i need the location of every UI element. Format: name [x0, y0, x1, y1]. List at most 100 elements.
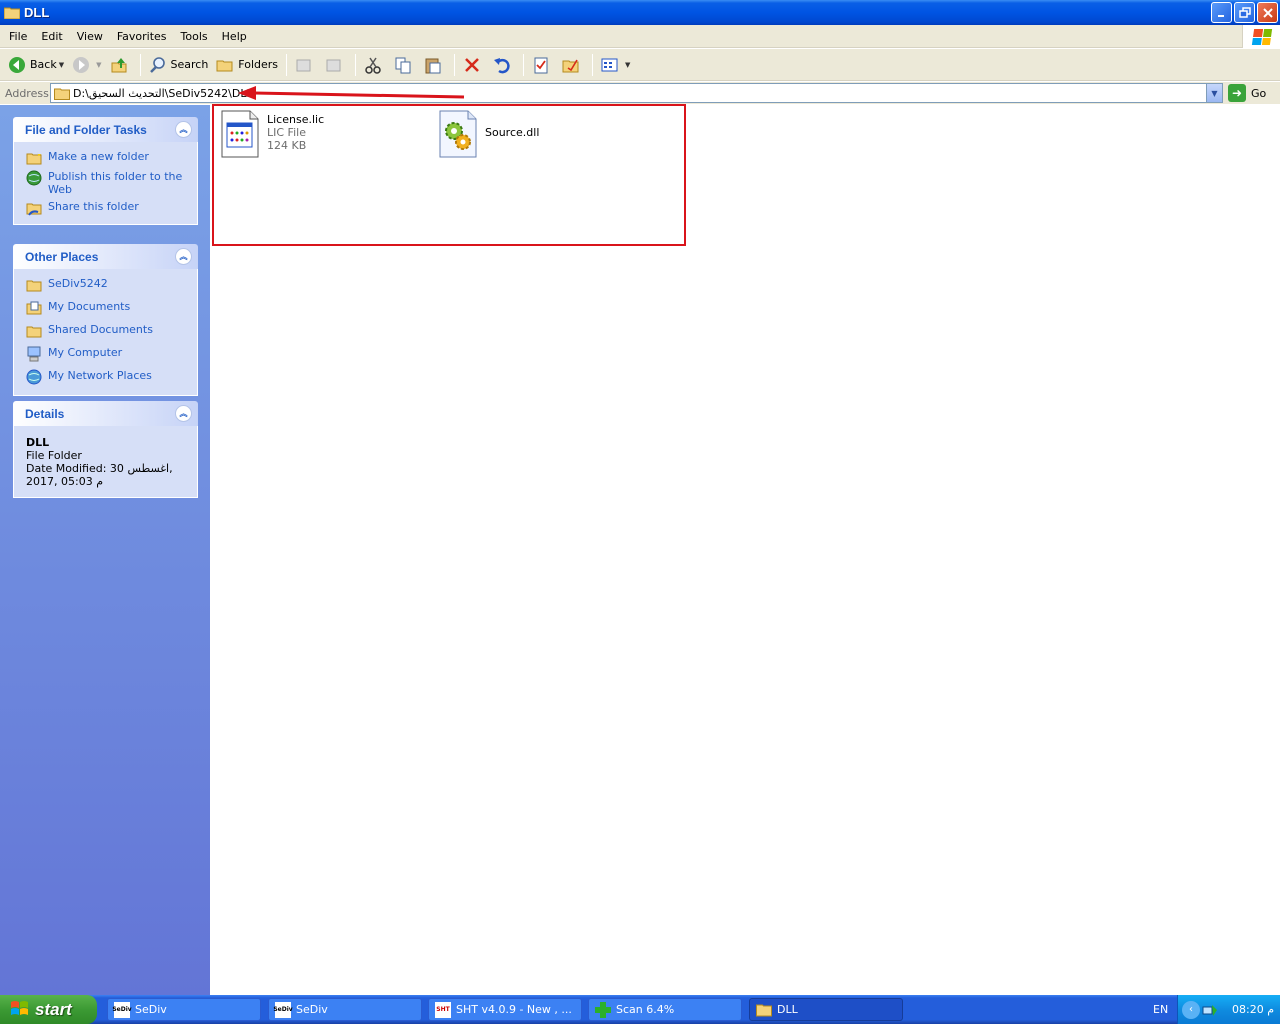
- computer-icon: [26, 346, 42, 362]
- task-label: Make a new folder: [48, 150, 149, 163]
- go-button[interactable]: ➜ Go: [1228, 84, 1266, 102]
- task-publish-folder[interactable]: Publish this folder to the Web: [26, 170, 187, 196]
- menu-view[interactable]: View: [70, 30, 110, 43]
- back-button[interactable]: Back ▼: [4, 52, 68, 78]
- views-button[interactable]: ▼: [597, 52, 634, 78]
- taskbar-button-sediv-1[interactable]: SeDiv SeDiv: [107, 998, 261, 1021]
- move-to-button[interactable]: [291, 52, 321, 78]
- forward-button[interactable]: ▼: [68, 52, 105, 78]
- task-make-new-folder[interactable]: Make a new folder: [26, 150, 187, 166]
- back-dropdown-icon[interactable]: ▼: [59, 61, 64, 69]
- menu-edit[interactable]: Edit: [34, 30, 69, 43]
- new-folder-icon: [26, 150, 42, 166]
- details-modified: Date Modified: 30 اغسطس,: [26, 462, 173, 475]
- place-label: SeDiv5242: [48, 277, 108, 290]
- cut-button[interactable]: [360, 52, 390, 78]
- address-path: D:\التحديث السحيق\SeDiv5242\DLL: [73, 86, 253, 100]
- folder-icon: [54, 87, 70, 100]
- clock[interactable]: 08:20 م: [1232, 1003, 1274, 1016]
- highlight-box: [212, 104, 686, 246]
- taskbar-button-sht[interactable]: SHT SHT v4.0.9 - New , ...: [428, 998, 582, 1021]
- place-my-documents[interactable]: My Documents: [26, 300, 187, 316]
- task-label: Share this folder: [48, 200, 139, 213]
- move-to-icon: [295, 56, 313, 74]
- menu-favorites[interactable]: Favorites: [110, 30, 174, 43]
- annotation-arrow: [238, 86, 465, 100]
- taskbar: start SeDiv SeDiv SeDiv SeDiv SHT SHT v4…: [0, 995, 1280, 1024]
- folders-label: Folders: [238, 58, 279, 71]
- go-label: Go: [1251, 86, 1267, 100]
- properties-button[interactable]: [528, 52, 558, 78]
- paste-button[interactable]: [420, 52, 450, 78]
- forward-dropdown-icon[interactable]: ▼: [96, 61, 101, 69]
- search-button[interactable]: Search: [145, 52, 213, 78]
- start-button[interactable]: start: [0, 995, 97, 1024]
- folder-options-icon: [562, 56, 580, 74]
- back-arrow-icon: [8, 56, 26, 74]
- delete-button[interactable]: [459, 52, 489, 78]
- delete-x-icon: [463, 56, 481, 74]
- paste-icon: [424, 56, 442, 74]
- toolbar: Back ▼ ▼ Search Folders ▼: [0, 49, 1280, 81]
- sediv-app-icon: SeDiv: [112, 1001, 132, 1018]
- details-panel: Details ︽ DLL File Folder Date Modified:…: [13, 401, 198, 498]
- task-label: Publish this folder to the Web: [48, 170, 183, 196]
- collapse-chevron-icon[interactable]: ︽: [175, 248, 192, 265]
- sht-app-icon: SHT: [435, 1001, 451, 1018]
- copy-button[interactable]: [390, 52, 420, 78]
- file-folder-tasks-panel: File and Folder Tasks ︽ Make a new folde…: [13, 117, 198, 225]
- panel-header[interactable]: File and Folder Tasks ︽: [13, 117, 198, 142]
- place-shared-documents[interactable]: Shared Documents: [26, 323, 187, 339]
- taskbar-button-dll[interactable]: DLL: [749, 998, 903, 1021]
- minimize-button[interactable]: [1211, 2, 1232, 23]
- address-dropdown-icon[interactable]: ▼: [1206, 84, 1222, 102]
- folder-options-button[interactable]: [558, 52, 588, 78]
- collapse-chevron-icon[interactable]: ︽: [175, 121, 192, 138]
- place-sediv5242[interactable]: SeDiv5242: [26, 277, 187, 293]
- panel-title: File and Folder Tasks: [25, 122, 147, 137]
- system-tray: ‹ 08:20 م: [1177, 995, 1280, 1024]
- share-folder-icon: [26, 200, 42, 216]
- copy-to-icon: [325, 56, 343, 74]
- sediv-app-icon: SeDiv: [273, 1001, 293, 1018]
- menu-help[interactable]: Help: [215, 30, 254, 43]
- collapse-chevron-icon[interactable]: ︽: [175, 405, 192, 422]
- folders-button[interactable]: Folders: [212, 52, 282, 78]
- windows-flag-icon: [10, 999, 30, 1020]
- panel-header[interactable]: Details ︽: [13, 401, 198, 426]
- task-pane: File and Folder Tasks ︽ Make a new folde…: [0, 105, 210, 995]
- language-indicator[interactable]: EN: [1153, 1003, 1168, 1016]
- panel-title: Details: [25, 406, 65, 421]
- network-globe-icon: [26, 369, 42, 385]
- place-my-computer[interactable]: My Computer: [26, 346, 187, 362]
- place-label: My Computer: [48, 346, 123, 359]
- windows-logo-icon: [1242, 25, 1280, 48]
- taskbar-button-sediv-2[interactable]: SeDiv SeDiv: [268, 998, 422, 1021]
- title-bar[interactable]: DLL: [0, 0, 1280, 25]
- place-my-network-places[interactable]: My Network Places: [26, 369, 187, 385]
- close-button[interactable]: [1257, 2, 1278, 23]
- views-dropdown-icon[interactable]: ▼: [625, 61, 630, 69]
- start-label: start: [35, 999, 72, 1019]
- menu-tools[interactable]: Tools: [174, 30, 215, 43]
- folder-icon: [756, 1002, 772, 1018]
- panel-header[interactable]: Other Places ︽: [13, 244, 198, 269]
- address-input[interactable]: D:\التحديث السحيق\SeDiv5242\DLL ▼: [50, 83, 1223, 103]
- network-tray-icon[interactable]: [1202, 1002, 1218, 1018]
- copy-to-button[interactable]: [321, 52, 351, 78]
- restore-button[interactable]: [1234, 2, 1255, 23]
- taskbar-button-label: SeDiv: [135, 1003, 167, 1016]
- address-bar: Address D:\التحديث السحيق\SeDiv5242\DLL …: [0, 82, 1280, 104]
- back-label: Back: [30, 58, 57, 71]
- properties-icon: [532, 56, 550, 74]
- undo-button[interactable]: [489, 52, 519, 78]
- task-share-folder[interactable]: Share this folder: [26, 200, 187, 216]
- taskbar-button-label: SHT v4.0.9 - New , ...: [456, 1003, 572, 1016]
- other-places-panel: Other Places ︽ SeDiv5242 My Documents Sh…: [13, 244, 198, 396]
- taskbar-button-scan[interactable]: Scan 6.4%: [588, 998, 742, 1021]
- menu-file[interactable]: File: [0, 30, 34, 43]
- up-folder-button[interactable]: [106, 52, 136, 78]
- documents-folder-icon: [26, 300, 42, 316]
- folders-icon: [216, 56, 234, 74]
- tray-expand-icon[interactable]: ‹: [1182, 1000, 1200, 1019]
